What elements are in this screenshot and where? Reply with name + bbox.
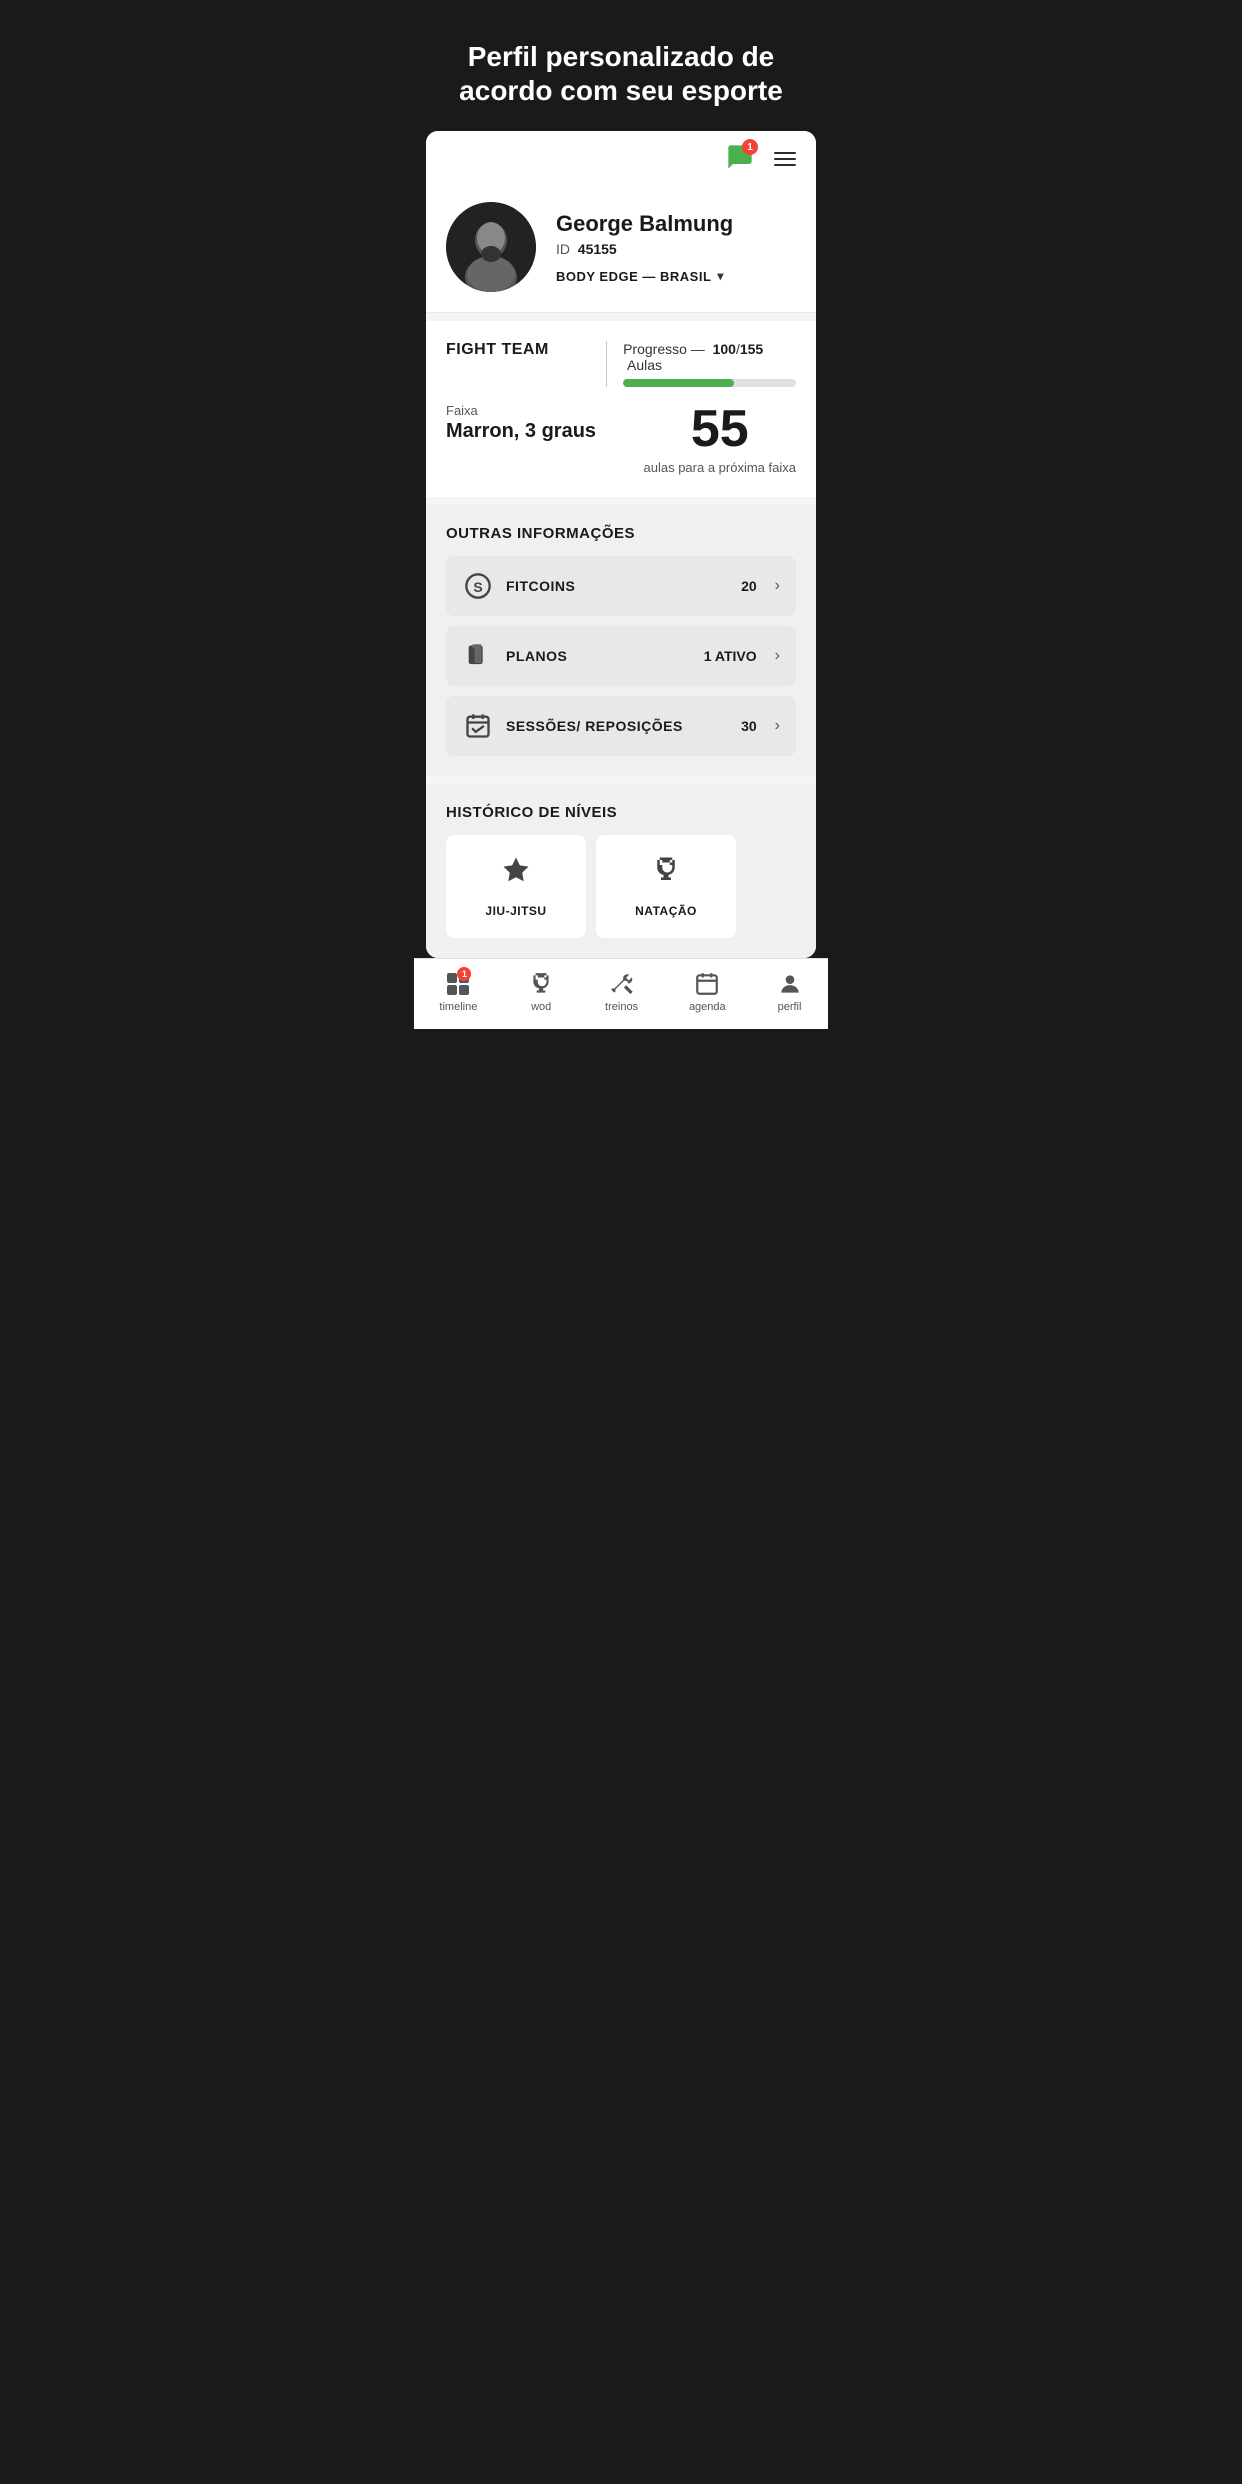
star-icon xyxy=(501,855,531,892)
historico-title: HISTÓRICO DE NÍVEIS xyxy=(446,804,796,821)
profile-id: ID 45155 xyxy=(556,241,796,257)
avatar-image xyxy=(446,202,536,292)
fitcoins-item[interactable]: S FITCOINS 20 › xyxy=(446,556,796,616)
profile-org-name: BODY EDGE — BRASIL xyxy=(556,269,711,284)
fitcoins-value: 20 xyxy=(741,578,757,594)
nav-agenda-label: agenda xyxy=(689,1001,726,1013)
sessoes-label: SESSÕES/ REPOSIÇÕES xyxy=(506,718,729,734)
nav-wod-label: wod xyxy=(531,1001,551,1013)
jiujitsu-label: JIU-JITSU xyxy=(485,904,546,918)
svg-text:S: S xyxy=(473,579,482,595)
nav-treinos-label: treinos xyxy=(605,1001,638,1013)
belt-info: Faixa Marron, 3 graus xyxy=(446,403,644,443)
other-info-section: OUTRAS INFORMAÇÕES S FITCOINS 20 › PLANO… xyxy=(426,505,816,776)
jiujitsu-card[interactable]: JIU-JITSU xyxy=(446,835,586,938)
profile-org[interactable]: BODY EDGE — BRASIL ▾ xyxy=(556,269,796,284)
fight-team-left: FIGHT TEAM xyxy=(446,341,590,359)
calendar-check-icon xyxy=(462,710,494,742)
classes-needed: 55 aulas para a próxima faixa xyxy=(644,403,796,477)
chevron-down-icon: ▾ xyxy=(717,269,724,283)
planos-arrow-icon: › xyxy=(775,647,780,665)
profile-info: George Balmung ID 45155 BODY EDGE — BRAS… xyxy=(556,211,796,284)
person-icon xyxy=(777,971,803,997)
notification-badge: 1 xyxy=(742,139,758,155)
planos-item[interactable]: PLANOS 1 ATIVO › xyxy=(446,626,796,686)
classes-text: aulas para a próxima faixa xyxy=(644,459,796,477)
other-info-title: OUTRAS INFORMAÇÕES xyxy=(446,525,796,542)
belt-row: Faixa Marron, 3 graus 55 aulas para a pr… xyxy=(446,403,796,477)
sessoes-item[interactable]: SESSÕES/ REPOSIÇÕES 30 › xyxy=(446,696,796,756)
trophy-icon xyxy=(651,855,681,892)
profile-id-value: 45155 xyxy=(578,241,617,257)
belt-label: Faixa xyxy=(446,403,644,418)
fight-team-header: FIGHT TEAM Progresso — 100/155 Aulas xyxy=(446,341,796,387)
nav-timeline-label: timeline xyxy=(439,1001,477,1013)
calendar-icon xyxy=(694,971,720,997)
progress-current: 100 xyxy=(713,341,736,357)
nav-perfil-label: perfil xyxy=(778,1001,802,1013)
historico-section: HISTÓRICO DE NÍVEIS JIU-JITSU NATAÇÃO xyxy=(426,784,816,958)
coin-icon: S xyxy=(462,570,494,602)
nav-wod[interactable]: wod xyxy=(520,967,562,1017)
sessoes-arrow-icon: › xyxy=(775,717,780,735)
fight-team-section: FIGHT TEAM Progresso — 100/155 Aulas Fai… xyxy=(426,321,816,497)
menu-line-3 xyxy=(774,164,796,166)
classes-number: 55 xyxy=(644,403,796,455)
bottom-nav: 1 timeline wod treinos xyxy=(414,958,828,1029)
fight-team-divider xyxy=(606,341,607,387)
sport-cards: JIU-JITSU NATAÇÃO xyxy=(446,835,796,938)
progress-unit: Aulas xyxy=(627,357,662,373)
profile-id-label: ID xyxy=(556,241,570,257)
natacao-label: NATAÇÃO xyxy=(635,904,697,918)
tools-icon xyxy=(609,971,635,997)
fitcoins-arrow-icon: › xyxy=(775,577,780,595)
profile-name: George Balmung xyxy=(556,211,796,237)
hero-section: Perfil personalizado de acordo com seu e… xyxy=(414,0,828,131)
menu-line-2 xyxy=(774,158,796,160)
progress-text: Progresso — xyxy=(623,341,705,357)
plans-icon xyxy=(462,640,494,672)
fight-team-label: FIGHT TEAM xyxy=(446,341,590,359)
natacao-card[interactable]: NATAÇÃO xyxy=(596,835,736,938)
planos-label: PLANOS xyxy=(506,648,692,664)
menu-button[interactable] xyxy=(770,148,800,170)
progress-label: Progresso — 100/155 Aulas xyxy=(623,341,796,373)
fitcoins-label: FITCOINS xyxy=(506,578,729,594)
planos-value: 1 ATIVO xyxy=(704,648,757,664)
nav-perfil[interactable]: perfil xyxy=(769,967,811,1017)
main-card: 1 George Balmung xyxy=(426,131,816,958)
progress-bar-fill xyxy=(623,379,734,387)
progress-bar-background xyxy=(623,379,796,387)
avatar xyxy=(446,202,536,292)
card-header: 1 xyxy=(426,131,816,186)
notification-button[interactable]: 1 xyxy=(726,143,754,174)
profile-section: George Balmung ID 45155 BODY EDGE — BRAS… xyxy=(426,186,816,313)
nav-timeline[interactable]: 1 timeline xyxy=(431,967,485,1017)
menu-line-1 xyxy=(774,152,796,154)
sessoes-value: 30 xyxy=(741,718,757,734)
hero-title: Perfil personalizado de acordo com seu e… xyxy=(434,40,808,107)
nav-agenda[interactable]: agenda xyxy=(681,967,734,1017)
belt-value: Marron, 3 graus xyxy=(446,420,644,443)
wod-trophy-icon xyxy=(528,971,554,997)
progress-section: Progresso — 100/155 Aulas xyxy=(623,341,796,387)
nav-treinos[interactable]: treinos xyxy=(597,967,646,1017)
progress-total: 155 xyxy=(740,341,763,357)
